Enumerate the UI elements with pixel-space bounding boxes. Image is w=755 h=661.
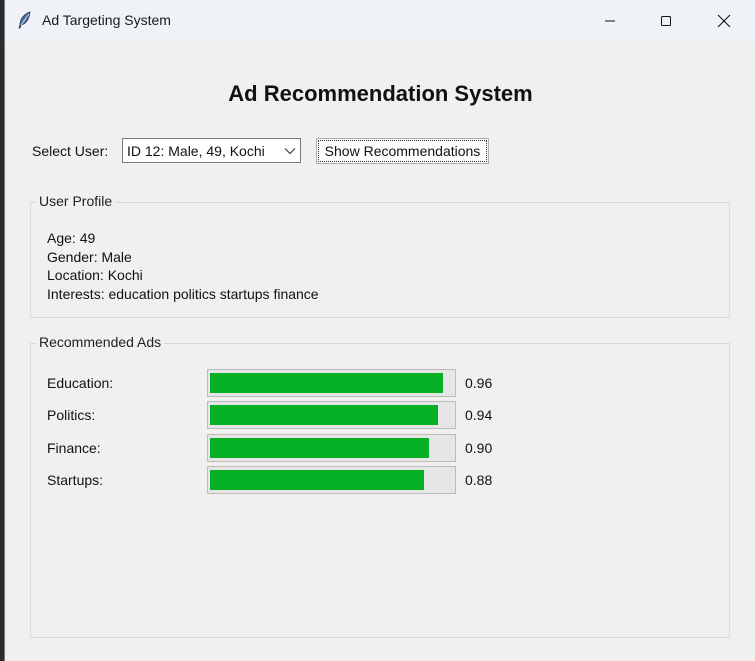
feather-icon (18, 11, 31, 29)
ad-score-bar (207, 434, 456, 462)
maximize-icon (661, 15, 671, 26)
ad-score-fill (210, 438, 429, 458)
user-profile-title: User Profile (36, 193, 116, 209)
ad-score-fill (210, 405, 438, 425)
minimize-button[interactable] (587, 0, 633, 41)
ad-label: Politics: (47, 407, 96, 423)
select-user-label: Select User: (32, 143, 109, 159)
ad-score-bar (207, 369, 456, 397)
close-icon (717, 14, 731, 27)
profile-location: Location: Kochi (47, 267, 143, 283)
page-title: Ad Recommendation System (228, 81, 533, 106)
close-button[interactable] (701, 0, 747, 41)
title-bar[interactable]: Ad Targeting System (5, 0, 755, 41)
ad-label: Finance: (47, 440, 101, 456)
profile-interests: Interests: education politics startups f… (47, 286, 319, 302)
ad-score-fill (210, 470, 424, 490)
maximize-button[interactable] (643, 0, 689, 41)
minimize-icon (605, 20, 615, 21)
app-window: Ad Targeting System Ad Recommendation Sy… (4, 0, 755, 661)
window-title: Ad Targeting System (42, 12, 171, 28)
ad-score-bar (207, 401, 456, 429)
profile-age: Age: 49 (47, 230, 96, 246)
recommended-ads-title: Recommended Ads (36, 334, 165, 350)
ad-score: 0.96 (465, 375, 493, 391)
ad-score-bar (207, 466, 456, 494)
ad-score-fill (210, 373, 443, 393)
user-combobox[interactable]: ID 12: Male, 49, Kochi (122, 138, 301, 163)
ad-score: 0.90 (465, 440, 493, 456)
ad-row: Politics: 0.94 (5, 401, 755, 429)
show-recommendations-button[interactable]: Show Recommendations (316, 138, 489, 164)
ad-row: Education: 0.96 (5, 369, 755, 397)
chevron-down-icon[interactable] (284, 146, 296, 156)
ad-row: Finance: 0.90 (5, 434, 755, 462)
ad-score: 0.88 (465, 472, 493, 488)
user-combobox-value: ID 12: Male, 49, Kochi (127, 143, 265, 159)
ad-row: Startups: 0.88 (5, 466, 755, 494)
show-recommendations-label: Show Recommendations (324, 143, 481, 159)
ad-label: Startups: (47, 472, 104, 488)
ad-score: 0.94 (465, 407, 493, 423)
profile-gender: Gender: Male (47, 249, 132, 265)
ad-label: Education: (47, 375, 114, 391)
